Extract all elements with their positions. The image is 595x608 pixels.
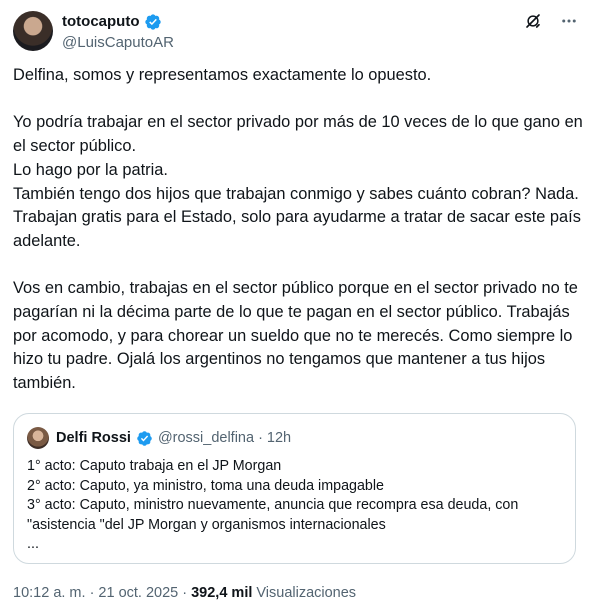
grok-icon[interactable] (524, 12, 542, 30)
views-count: 392,4 mil (191, 585, 253, 601)
quoted-tweet-time[interactable]: 12h (267, 430, 291, 446)
views-label: Visualizaciones (256, 585, 357, 601)
quoted-tweet[interactable]: Delfi Rossi @rossi_delfina · 12h 1° acto… (13, 413, 576, 564)
tweet-paragraph: Yo podría trabajar en el sector privado … (13, 113, 583, 156)
quoted-author-handle[interactable]: @rossi_delfina (158, 430, 254, 446)
quoted-line: 3° acto: Caputo, ministro nuevamente, an… (27, 497, 519, 533)
more-options-icon[interactable] (560, 12, 578, 30)
quoted-tweet-body: 1° acto: Caputo trabaja en el JP Morgan … (27, 457, 567, 555)
verified-badge-icon[interactable] (136, 430, 153, 447)
tweet-body: Delfina, somos y representamos exactamen… (13, 64, 585, 396)
quoted-line: ... (27, 536, 39, 553)
quoted-line: 2° acto: Caputo, ya ministro, toma una d… (27, 477, 384, 494)
quoted-author-name[interactable]: Delfi Rossi (56, 430, 131, 446)
tweet-paragraph: Vos en cambio, trabajas en el sector púb… (13, 279, 578, 393)
quoted-tweet-header: Delfi Rossi @rossi_delfina · 12h (27, 427, 291, 449)
tweet-timestamp[interactable]: 10:12 a. m. · 21 oct. 2025 · (13, 585, 187, 601)
verified-badge-icon[interactable] (144, 13, 162, 31)
tweet-paragraph: Delfina, somos y representamos exactamen… (13, 66, 432, 84)
author-display-name[interactable]: totocaputo (62, 12, 139, 31)
author-block: totocaputo @LuisCaputoAR (62, 12, 174, 52)
tweet-meta: 10:12 a. m. · 21 oct. 2025 · 392,4 mil V… (13, 585, 356, 601)
author-handle[interactable]: @LuisCaputoAR (62, 33, 174, 52)
tweet-header-actions (524, 12, 578, 30)
tweet-paragraph: Lo hago por la patria. (13, 160, 168, 179)
author-avatar[interactable] (13, 11, 53, 51)
quoted-line: 1° acto: Caputo trabaja en el JP Morgan (27, 458, 282, 474)
quoted-author-avatar[interactable] (27, 427, 49, 449)
separator-dot: · (258, 430, 263, 446)
tweet-paragraph: También tengo dos hijos que trabajan con… (13, 184, 581, 250)
